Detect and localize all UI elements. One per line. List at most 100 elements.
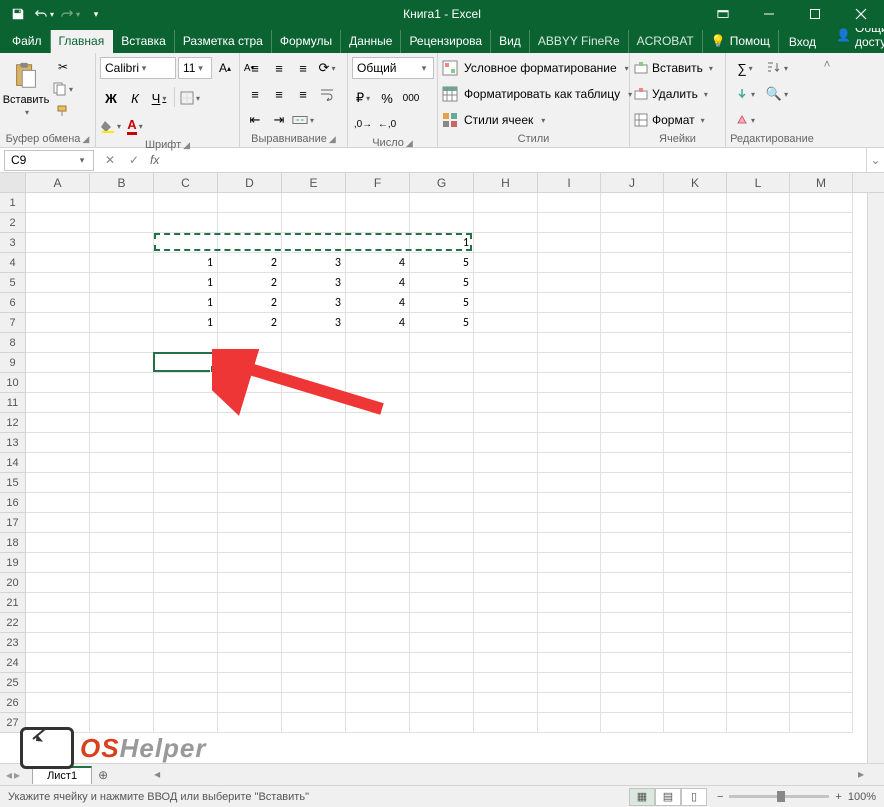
cell[interactable] xyxy=(727,513,790,533)
col-header-G[interactable]: G xyxy=(410,173,474,192)
font-color-icon[interactable]: А▾ xyxy=(124,115,146,137)
cell[interactable] xyxy=(282,713,346,733)
cell[interactable] xyxy=(601,673,664,693)
cell[interactable] xyxy=(346,373,410,393)
cell[interactable] xyxy=(790,373,853,393)
cell[interactable] xyxy=(154,613,218,633)
cell[interactable] xyxy=(474,633,538,653)
cell[interactable] xyxy=(790,713,853,733)
cell[interactable] xyxy=(664,313,727,333)
tab-formulas[interactable]: Формулы xyxy=(272,30,341,53)
cell[interactable] xyxy=(26,373,90,393)
cell[interactable] xyxy=(410,193,474,213)
cell[interactable] xyxy=(282,653,346,673)
tab-abbyy[interactable]: ABBYY FineRe xyxy=(530,30,629,53)
col-header-L[interactable]: L xyxy=(727,173,790,192)
row-header[interactable]: 18 xyxy=(0,533,26,553)
sort-filter-icon[interactable]: ▾ xyxy=(762,57,792,79)
cell[interactable] xyxy=(90,273,154,293)
cell[interactable] xyxy=(410,653,474,673)
cell[interactable] xyxy=(601,653,664,673)
cell[interactable] xyxy=(664,273,727,293)
cell[interactable] xyxy=(410,413,474,433)
cell[interactable] xyxy=(90,633,154,653)
fill-color-icon[interactable]: ▾ xyxy=(100,115,122,137)
enter-icon[interactable]: ✓ xyxy=(122,149,146,171)
cell[interactable] xyxy=(282,333,346,353)
cell[interactable] xyxy=(601,493,664,513)
cell[interactable] xyxy=(790,353,853,373)
cell[interactable]: 5 xyxy=(410,273,474,293)
cell[interactable] xyxy=(538,593,601,613)
cell[interactable] xyxy=(538,653,601,673)
cell[interactable] xyxy=(26,633,90,653)
cell[interactable] xyxy=(90,293,154,313)
cell[interactable] xyxy=(538,213,601,233)
cell[interactable] xyxy=(538,333,601,353)
find-icon[interactable]: 🔍▾ xyxy=(762,83,792,105)
cell[interactable] xyxy=(727,453,790,473)
decrease-indent-icon[interactable]: ⇤ xyxy=(244,109,266,131)
cell[interactable] xyxy=(154,473,218,493)
cell[interactable]: 4 xyxy=(346,313,410,333)
cell[interactable] xyxy=(664,193,727,213)
cell[interactable] xyxy=(26,293,90,313)
qat-customize-icon[interactable]: ▾ xyxy=(84,3,108,25)
col-header-M[interactable]: M xyxy=(790,173,853,192)
row-header[interactable]: 5 xyxy=(0,273,26,293)
cell[interactable]: 1 xyxy=(154,313,218,333)
row-header[interactable]: 10 xyxy=(0,373,26,393)
cell[interactable] xyxy=(601,573,664,593)
cell[interactable] xyxy=(664,373,727,393)
cell[interactable] xyxy=(90,653,154,673)
cell[interactable] xyxy=(282,353,346,373)
cell[interactable] xyxy=(90,593,154,613)
row-header[interactable]: 17 xyxy=(0,513,26,533)
cell[interactable] xyxy=(218,673,282,693)
cell[interactable] xyxy=(218,633,282,653)
cell[interactable]: 1 xyxy=(154,293,218,313)
cell[interactable] xyxy=(790,233,853,253)
cell[interactable] xyxy=(790,673,853,693)
cell[interactable] xyxy=(664,353,727,373)
cell[interactable] xyxy=(410,213,474,233)
cell[interactable] xyxy=(346,353,410,373)
cell[interactable] xyxy=(727,273,790,293)
cell[interactable] xyxy=(727,693,790,713)
cell[interactable] xyxy=(790,193,853,213)
tab-file[interactable]: Файл xyxy=(4,30,51,53)
cell[interactable] xyxy=(664,533,727,553)
cell[interactable] xyxy=(664,333,727,353)
cell[interactable] xyxy=(538,433,601,453)
cell-styles-button[interactable]: Стили ячеек▾ xyxy=(442,109,545,131)
cell[interactable] xyxy=(727,673,790,693)
cell[interactable] xyxy=(601,253,664,273)
merge-icon[interactable]: ▾ xyxy=(292,109,314,131)
cell[interactable] xyxy=(727,653,790,673)
cell[interactable]: 1 xyxy=(154,273,218,293)
cell[interactable] xyxy=(664,213,727,233)
cell[interactable] xyxy=(282,213,346,233)
spreadsheet-grid[interactable]: ABCDEFGHIJKLM 12314123455123456123457123… xyxy=(0,173,884,763)
cell[interactable] xyxy=(346,653,410,673)
cell[interactable] xyxy=(26,573,90,593)
cell[interactable] xyxy=(218,553,282,573)
cell[interactable] xyxy=(727,253,790,273)
select-all-corner[interactable] xyxy=(0,173,26,192)
row-header[interactable]: 24 xyxy=(0,653,26,673)
cell[interactable] xyxy=(218,393,282,413)
redo-icon[interactable]: ▾ xyxy=(58,3,82,25)
cell[interactable] xyxy=(790,433,853,453)
cell[interactable] xyxy=(601,533,664,553)
cell[interactable] xyxy=(410,693,474,713)
cell[interactable] xyxy=(26,553,90,573)
cell[interactable] xyxy=(282,673,346,693)
cell[interactable] xyxy=(601,713,664,733)
cell[interactable] xyxy=(410,613,474,633)
cell[interactable] xyxy=(90,333,154,353)
row-header[interactable]: 4 xyxy=(0,253,26,273)
cell[interactable] xyxy=(410,333,474,353)
cell[interactable] xyxy=(346,573,410,593)
cell[interactable] xyxy=(90,433,154,453)
cell[interactable] xyxy=(727,373,790,393)
